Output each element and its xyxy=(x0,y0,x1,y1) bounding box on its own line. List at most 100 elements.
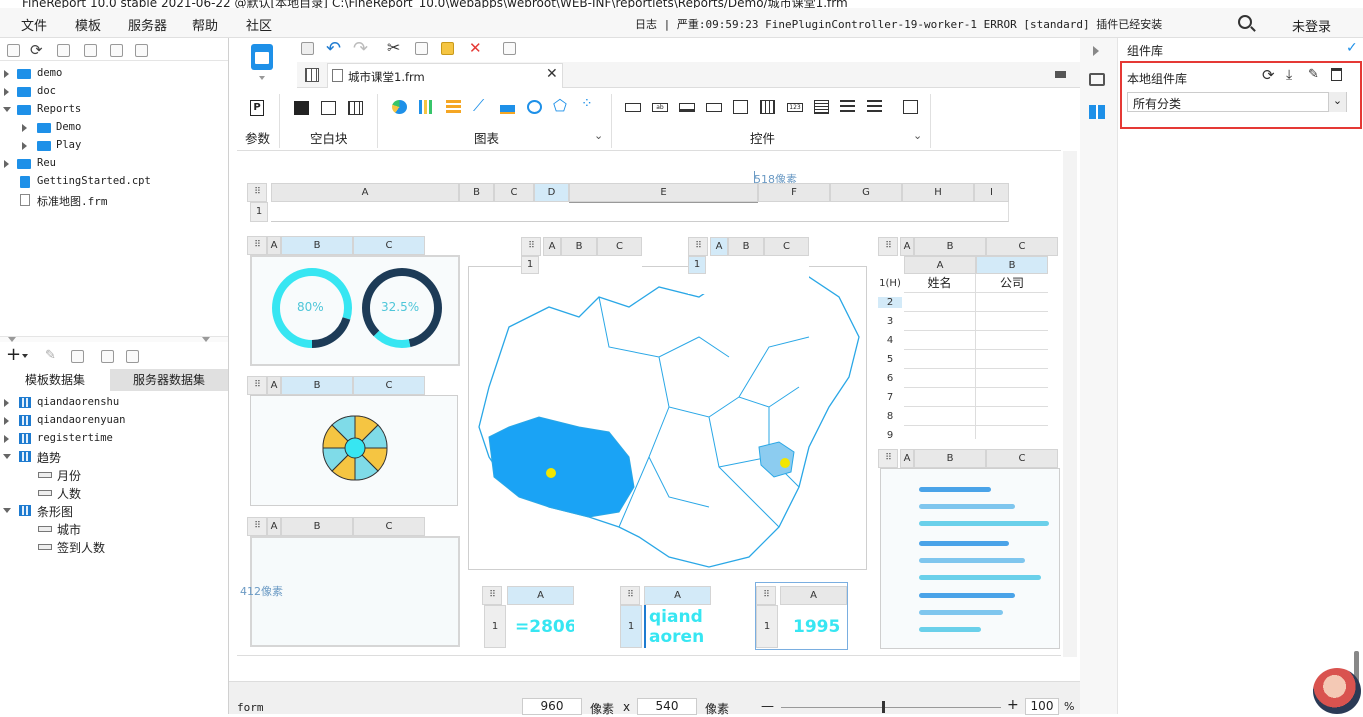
wrench-icon[interactable]: ✎ xyxy=(1308,67,1319,82)
row-header[interactable]: 1 xyxy=(484,605,506,648)
data-table-block[interactable]: A B 1(H) 姓名 公司 2 qiandaoren 3 4 5 6 7 8 … xyxy=(878,256,1058,441)
blank-block-icon[interactable] xyxy=(294,101,309,115)
collapse-icon[interactable] xyxy=(3,107,11,112)
col-header[interactable]: B xyxy=(281,376,353,395)
rename-icon[interactable] xyxy=(57,44,70,57)
preview-icon[interactable] xyxy=(503,42,516,55)
edit-icon[interactable]: ✎ xyxy=(45,348,56,363)
add-dropdown-icon[interactable] xyxy=(22,354,28,358)
col-header[interactable]: C xyxy=(353,236,425,255)
dataset-item[interactable]: 趋势 xyxy=(37,449,61,466)
delete-icon[interactable] xyxy=(110,44,123,57)
row-header[interactable]: 1 xyxy=(620,605,642,648)
menu-template[interactable]: 模板 xyxy=(75,15,101,34)
col-header[interactable]: C xyxy=(597,237,642,256)
copy-icon[interactable] xyxy=(415,42,428,55)
col-header[interactable]: B xyxy=(976,256,1048,274)
col-header[interactable]: G xyxy=(830,183,902,202)
date-widget-icon[interactable] xyxy=(760,100,775,114)
text-widget-icon[interactable]: ab xyxy=(652,103,668,112)
save-icon[interactable] xyxy=(301,42,314,55)
dataset-item[interactable]: qiandaorenyuan xyxy=(37,414,126,426)
absolute-block-icon[interactable] xyxy=(348,101,363,115)
col-header[interactable]: C xyxy=(353,376,425,395)
report-cell[interactable] xyxy=(569,202,758,222)
dataset-settings-icon[interactable] xyxy=(126,350,139,363)
row-header[interactable]: 6 xyxy=(878,373,902,384)
col-header[interactable]: A xyxy=(644,586,711,605)
menu-community[interactable]: 社区 xyxy=(246,15,272,34)
block-grip[interactable]: ⠿ xyxy=(620,586,640,605)
editor-tab-title[interactable]: 城市课堂1.frm xyxy=(348,69,425,85)
gauge-chart-icon[interactable] xyxy=(527,100,542,114)
form-canvas[interactable]: 518像素 ⠿ A B C D E F G H I 1 ⠿ A B C 80% … xyxy=(237,150,1077,657)
collapse-icon[interactable] xyxy=(3,454,11,459)
map-widget[interactable] xyxy=(468,266,867,570)
checkbox-group-icon[interactable] xyxy=(840,100,855,114)
row-header[interactable]: 2 xyxy=(878,297,902,308)
number-widget-icon[interactable]: 123 xyxy=(787,103,803,112)
collapse-panel-icon[interactable] xyxy=(1093,46,1099,56)
search-widget-icon[interactable] xyxy=(903,100,918,114)
tree-item-doc[interactable]: doc xyxy=(37,85,56,97)
dataset-item[interactable]: 条形图 xyxy=(37,503,73,520)
delete-icon[interactable]: ✕ xyxy=(469,39,482,57)
tree-item-play[interactable]: Play xyxy=(56,139,81,151)
number-cell-1[interactable]: =2806 xyxy=(507,605,574,648)
col-header[interactable]: C xyxy=(986,449,1058,468)
template-icon[interactable] xyxy=(251,44,273,70)
col-header[interactable]: F xyxy=(758,183,830,202)
block-grip[interactable]: ⠿ xyxy=(688,237,708,256)
col-header[interactable]: A xyxy=(780,586,847,605)
textarea-widget-icon[interactable] xyxy=(814,100,829,114)
button-widget-icon[interactable] xyxy=(679,103,695,112)
settings-icon[interactable] xyxy=(84,44,97,57)
dropdown-widget-icon[interactable] xyxy=(706,103,722,112)
collapse-icon[interactable] xyxy=(3,508,11,513)
redo-icon[interactable]: ↷ xyxy=(353,38,368,59)
block-grip[interactable]: ⠿ xyxy=(756,586,776,605)
parameter-icon[interactable]: P xyxy=(250,100,264,116)
tab-template-dataset[interactable]: 模板数据集 xyxy=(0,369,110,391)
number-cell-3[interactable]: 1995 xyxy=(780,605,847,648)
zoom-slider-handle[interactable] xyxy=(882,701,885,713)
template-dropdown-icon[interactable] xyxy=(259,76,265,80)
tree-item-reports[interactable]: Reports xyxy=(37,103,81,115)
tree-item-reu[interactable]: Reu xyxy=(37,157,56,169)
col-header[interactable]: A xyxy=(543,237,561,256)
expand-icon[interactable] xyxy=(4,160,9,168)
grid-icon[interactable] xyxy=(305,68,319,82)
col-header[interactable]: C xyxy=(986,237,1058,256)
field-item[interactable]: 月份 xyxy=(57,467,81,484)
expand-icon[interactable] xyxy=(4,417,9,425)
tree-item-standard-map[interactable]: 标准地图.frm xyxy=(37,193,108,209)
close-tab-icon[interactable]: ✕ xyxy=(546,66,558,82)
scatter-chart-icon[interactable]: ⁘ xyxy=(581,96,593,112)
paste-icon[interactable] xyxy=(441,42,454,55)
avatar[interactable] xyxy=(1313,668,1361,714)
block-grip[interactable]: ⠿ xyxy=(247,183,267,202)
table-header-name[interactable]: 姓名 xyxy=(904,274,976,293)
expand-icon[interactable] xyxy=(22,142,27,150)
small-report-block[interactable]: 1 xyxy=(688,256,809,294)
width-input[interactable]: 960 xyxy=(522,698,582,715)
tree-item-demo[interactable]: demo xyxy=(37,67,62,79)
col-header[interactable]: A xyxy=(267,517,281,536)
area-chart-icon[interactable] xyxy=(500,100,515,114)
splitter-arrow-icon[interactable] xyxy=(202,337,210,342)
pie-chart-icon[interactable] xyxy=(392,100,407,114)
col-header[interactable]: B xyxy=(728,237,764,256)
col-header[interactable]: A xyxy=(710,237,728,256)
number-cell-2[interactable]: qiandaorensh xyxy=(644,605,711,648)
block-grip[interactable]: ⠿ xyxy=(247,376,267,395)
menu-file[interactable]: 文件 xyxy=(21,15,47,34)
widget-settings-tab-icon[interactable] xyxy=(1089,73,1105,86)
zoom-in-button[interactable]: + xyxy=(1007,697,1019,713)
row-header[interactable]: 7 xyxy=(878,392,902,403)
chevron-down-icon[interactable]: ⌄ xyxy=(594,129,603,142)
col-header[interactable]: B xyxy=(281,236,353,255)
radio-group-icon[interactable] xyxy=(867,100,882,114)
block-grip[interactable]: ⠿ xyxy=(878,237,898,256)
zoom-out-button[interactable]: — xyxy=(761,699,774,714)
field-item[interactable]: 城市 xyxy=(57,521,81,538)
